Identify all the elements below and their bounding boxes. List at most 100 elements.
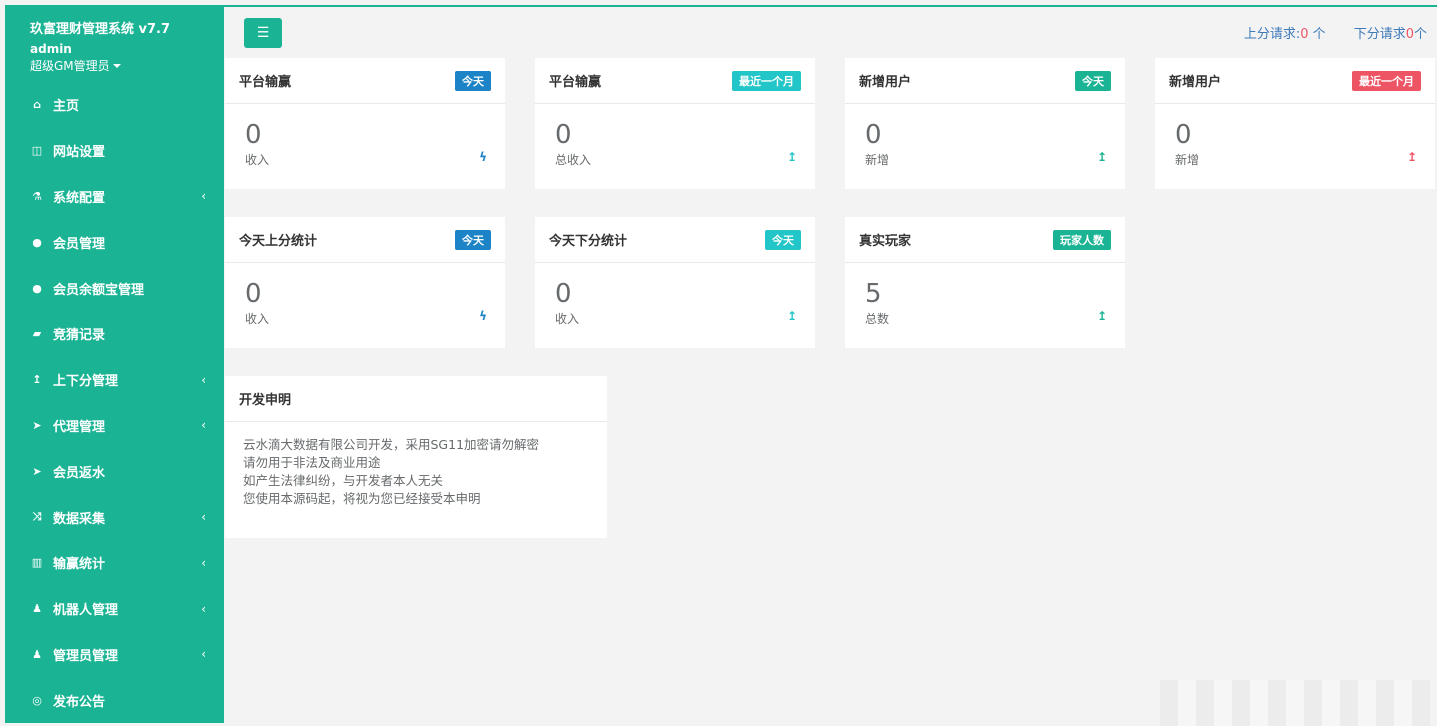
- down-request-count: 0: [1405, 27, 1414, 42]
- sidebar-item[interactable]: ● 会员管理: [5, 219, 224, 265]
- sidebar-item[interactable]: ⌂ 主页: [5, 82, 224, 128]
- sidebar-item[interactable]: ⤨ 数据采集 ‹: [5, 494, 224, 540]
- sidebar-item-label: 会员返水: [53, 465, 106, 481]
- profile: 玖富理财管理系统 v7.7 admin 超级GM管理员: [5, 5, 224, 74]
- sidebar-item[interactable]: ➤ 代理管理 ‹: [5, 403, 224, 449]
- stat-sub-label: 新增: [865, 153, 890, 167]
- level-up-icon: ↥: [786, 309, 797, 323]
- stat-card-body: 5 总数 ↥: [845, 263, 1125, 348]
- stat-card: 新增用户 最近一个月 0 新增 ↥: [1155, 58, 1435, 189]
- sidebar-item[interactable]: ● 会员余额宝管理: [5, 265, 224, 311]
- sidebar-item[interactable]: ♟ 管理员管理 ‹: [5, 632, 224, 678]
- stat-card-body: 0 新增 ↥: [845, 104, 1125, 189]
- stat-card-header: 新增用户 最近一个月: [1155, 58, 1435, 104]
- role-dropdown[interactable]: 超级GM管理员: [30, 57, 224, 74]
- level-up-icon: ↥: [32, 373, 42, 387]
- chevron-left-icon: ‹: [201, 189, 206, 204]
- bars-icon: ☰: [256, 25, 270, 41]
- stat-card-badge: 今天: [455, 70, 491, 91]
- stat-value: 0: [1175, 120, 1192, 150]
- stat-card-title: 新增用户: [859, 75, 912, 90]
- sidebar: 玖富理财管理系统 v7.7 admin 超级GM管理员 ⌂ 主页 ◫ 网站设置 ⚗ 系统配…: [5, 5, 224, 723]
- sidebar-item[interactable]: ▥ 输赢统计 ‹: [5, 540, 224, 586]
- sidebar-item[interactable]: ▰ 竞猜记录: [5, 311, 224, 357]
- bolt-icon: ϟ: [479, 150, 487, 164]
- stat-sub-label: 总数: [865, 312, 890, 326]
- down-request-link[interactable]: 下分请求0个: [1354, 23, 1427, 42]
- flask-icon: ⚗: [32, 189, 42, 203]
- menu-toggle-button[interactable]: ☰: [244, 18, 282, 48]
- sidebar-item[interactable]: ↥ 上下分管理 ‹: [5, 357, 224, 403]
- paper-plane-icon: ➤: [32, 418, 42, 432]
- chevron-left-icon: ‹: [201, 555, 206, 570]
- user-icon: ●: [32, 281, 42, 295]
- home-icon: ⌂: [33, 98, 41, 112]
- stat-sub-label: 总收入: [555, 153, 592, 167]
- stat-value: 0: [555, 120, 572, 150]
- stat-card-badge: 今天: [765, 229, 801, 250]
- sidebar-item[interactable]: ➤ 会员返水: [5, 448, 224, 494]
- sidebar-item-label: 网站设置: [53, 145, 106, 161]
- stat-card-title: 今天下分统计: [549, 234, 628, 249]
- stat-sub-label: 收入: [245, 312, 270, 326]
- sidebar-item[interactable]: ◫ 网站设置: [5, 128, 224, 174]
- stat-card: 新增用户 今天 0 新增 ↥: [845, 58, 1125, 189]
- sidebar-item[interactable]: ♟ 机器人管理 ‹: [5, 586, 224, 632]
- stat-card-badge: 最近一个月: [1352, 70, 1421, 91]
- stat-card-header: 今天上分统计 今天: [225, 217, 505, 263]
- stat-card-body: 0 新增 ↥: [1155, 104, 1435, 189]
- user-name[interactable]: admin: [30, 42, 224, 56]
- chevron-left-icon: ‹: [201, 418, 206, 433]
- sidebar-item-label: 管理员管理: [53, 648, 119, 664]
- stat-card: 平台输赢 今天 0 收入 ϟ: [225, 58, 505, 189]
- stat-card: 今天上分统计 今天 0 收入 ϟ: [225, 217, 505, 348]
- up-request-count: 0: [1300, 27, 1309, 42]
- columns-icon: ◫: [31, 144, 43, 158]
- male-icon: ♟: [32, 602, 42, 616]
- stat-sub-label: 收入: [555, 312, 580, 326]
- stat-card-body: 0 收入 ↥: [535, 263, 815, 348]
- stat-value: 0: [865, 120, 882, 150]
- notice-panel: 开发申明 云水滴大数据有限公司开发，采用SG11加密请勿解密 请勿用于非法及商业…: [225, 376, 607, 538]
- chevron-left-icon: ‹: [201, 647, 206, 662]
- sidebar-item-label: 竞猜记录: [53, 328, 106, 344]
- level-up-icon: ↥: [1406, 150, 1417, 164]
- sidebar-item-label: 发布公告: [53, 694, 106, 710]
- sidebar-item-label: 会员管理: [53, 236, 106, 252]
- stat-card-header: 平台输赢 今天: [225, 58, 505, 104]
- sidebar-item-label: 机器人管理: [53, 603, 119, 619]
- level-up-icon: ↥: [786, 150, 797, 164]
- stat-value: 0: [555, 279, 572, 309]
- stat-card-header: 新增用户 今天: [845, 58, 1125, 104]
- chevron-left-icon: ‹: [201, 601, 206, 616]
- notice-body: 云水滴大数据有限公司开发，采用SG11加密请勿解密 请勿用于非法及商业用途 如产…: [225, 422, 607, 522]
- up-request-link[interactable]: 上分请求:0 个: [1244, 23, 1326, 42]
- stat-card-title: 今天上分统计: [239, 234, 318, 249]
- stat-card-badge: 玩家人数: [1053, 229, 1111, 250]
- sidebar-nav: ⌂ 主页 ◫ 网站设置 ⚗ 系统配置 ‹ ● 会员管理 ● 会员余额宝管理 ▰ 竞猜记录 ↥ 上下分管理 ‹ ➤…: [5, 82, 224, 723]
- sidebar-item-label: 系统配置: [53, 190, 106, 206]
- level-up-icon: ↥: [1096, 309, 1107, 323]
- app-title: 玖富理财管理系统 v7.7: [30, 22, 171, 37]
- stat-card: 今天下分统计 今天 0 收入 ↥: [535, 217, 815, 348]
- stat-card: 真实玩家 玩家人数 5 总数 ↥: [845, 217, 1125, 348]
- sidebar-item-label: 代理管理: [53, 419, 106, 435]
- stat-card-body: 0 总收入 ↥: [535, 104, 815, 189]
- stat-card-header: 平台输赢 最近一个月: [535, 58, 815, 104]
- level-up-icon: ↥: [1096, 150, 1107, 164]
- sidebar-item[interactable]: ◎ 发布公告: [5, 677, 224, 723]
- random-icon: ⤨: [32, 510, 42, 524]
- sidebar-item[interactable]: ⚗ 系统配置 ‹: [5, 174, 224, 220]
- stat-card-badge: 今天: [455, 229, 491, 250]
- stat-card-header: 今天下分统计 今天: [535, 217, 815, 263]
- stat-card-badge: 今天: [1075, 70, 1111, 91]
- notice-line: 您使用本源码起，将视为您已经接受本申明: [243, 491, 481, 506]
- stat-card-header: 真实玩家 玩家人数: [845, 217, 1125, 263]
- notice-line: 云水滴大数据有限公司开发，采用SG11加密请勿解密: [243, 437, 540, 452]
- blurred-overlay: [1160, 680, 1430, 726]
- down-request-label: 下分请求: [1353, 27, 1406, 42]
- stat-card: 平台输赢 最近一个月 0 总收入 ↥: [535, 58, 815, 189]
- sidebar-item-label: 数据采集: [53, 511, 106, 527]
- stat-value: 5: [865, 279, 882, 309]
- car-icon: ▰: [32, 327, 42, 341]
